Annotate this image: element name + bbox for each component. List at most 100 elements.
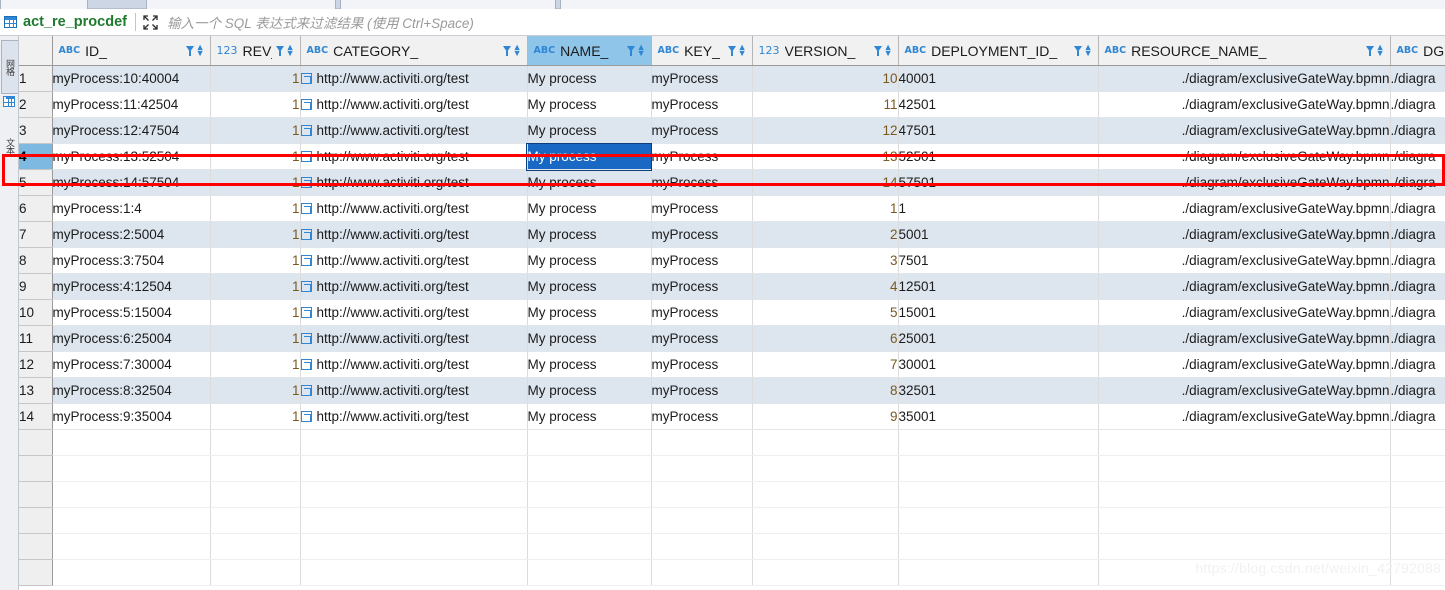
external-link-icon[interactable] xyxy=(300,125,312,136)
cell-resource_name[interactable]: ./diagram/exclusiveGateWay.bpmn xyxy=(1098,351,1391,378)
cell-key[interactable]: myProcess xyxy=(651,325,753,352)
row-number-cell[interactable]: 10 xyxy=(19,299,53,326)
editor-tab-2[interactable] xyxy=(146,0,336,9)
rail-tab-text[interactable]: 文本 xyxy=(1,122,18,170)
cell-key[interactable]: myProcess xyxy=(651,117,753,144)
cell-rev[interactable]: 1 xyxy=(210,325,301,352)
cell-dgr[interactable]: ./diagra xyxy=(1390,117,1445,144)
row-number-cell[interactable]: 14 xyxy=(19,403,53,430)
column-header-key[interactable]: ABC KEY_ ▲ ▼ xyxy=(651,36,753,66)
cell-version[interactable]: 8 xyxy=(752,377,899,404)
column-filter-sort-icon[interactable]: ▲ ▼ xyxy=(873,42,893,57)
cell-rev[interactable]: 1 xyxy=(210,221,301,248)
cell-dgr[interactable]: ./diagra xyxy=(1390,299,1445,326)
cell-rev[interactable]: 1 xyxy=(210,117,301,144)
cell-dgr[interactable]: ./diagra xyxy=(1390,247,1445,274)
cell-category[interactable]: http://www.activiti.org/test xyxy=(300,65,528,92)
row-number-cell[interactable]: 8 xyxy=(19,247,53,274)
column-filter-sort-icon[interactable]: ▲ ▼ xyxy=(502,42,522,57)
table-row[interactable]: 9 myProcess:4:12504 1 http://www.activiti.o… xyxy=(19,273,1445,300)
external-link-icon[interactable] xyxy=(300,281,312,292)
table-row[interactable]: 7 myProcess:2:5004 1 http://www.activiti.or… xyxy=(19,221,1445,248)
cell-name[interactable]: My process xyxy=(527,377,652,404)
table-row[interactable]: 10 myProcess:5:15004 1 http://www.activiti.… xyxy=(19,299,1445,326)
cell-key[interactable]: myProcess xyxy=(651,65,753,92)
cell-deployment_id[interactable]: 52501 xyxy=(898,143,1099,170)
cell-resource_name[interactable]: ./diagram/exclusiveGateWay.bpmn xyxy=(1098,143,1391,170)
cell-rev[interactable]: 1 xyxy=(210,247,301,274)
row-number-cell[interactable]: 5 xyxy=(19,169,53,196)
external-link-icon[interactable] xyxy=(300,359,312,370)
cell-name[interactable]: My process xyxy=(527,91,652,118)
cell-deployment_id[interactable]: 25001 xyxy=(898,325,1099,352)
cell-dgr[interactable]: ./diagra xyxy=(1390,65,1445,92)
cell-dgr[interactable]: ./diagra xyxy=(1390,273,1445,300)
cell-key[interactable]: myProcess xyxy=(651,143,753,170)
table-row[interactable]: 1 myProcess:10:40004 1 http://www.activiti.… xyxy=(19,65,1445,92)
cell-id[interactable]: myProcess:4:12504 xyxy=(52,273,211,300)
editor-tab-3[interactable] xyxy=(340,0,556,9)
cell-resource_name[interactable]: ./diagram/exclusiveGateWay.bpmn xyxy=(1098,299,1391,326)
cell-dgr[interactable]: ./diagra xyxy=(1390,143,1445,170)
cell-name[interactable]: My process xyxy=(527,299,652,326)
cell-resource_name[interactable]: ./diagram/exclusiveGateWay.bpmn xyxy=(1098,325,1391,352)
cell-key[interactable]: myProcess xyxy=(651,221,753,248)
cell-deployment_id[interactable]: 40001 xyxy=(898,65,1099,92)
column-filter-sort-icon[interactable]: ▲ ▼ xyxy=(1365,42,1385,57)
table-row[interactable]: 13 myProcess:8:32504 1 http://www.activiti.… xyxy=(19,377,1445,404)
cell-category[interactable]: http://www.activiti.org/test xyxy=(300,117,528,144)
cell-rev[interactable]: 1 xyxy=(210,403,301,430)
cell-category[interactable]: http://www.activiti.org/test xyxy=(300,325,528,352)
column-filter-sort-icon[interactable]: ▲ ▼ xyxy=(626,42,646,57)
cell-version[interactable]: 9 xyxy=(752,403,899,430)
cell-dgr[interactable]: ./diagra xyxy=(1390,403,1445,430)
cell-version[interactable]: 1 xyxy=(752,195,899,222)
cell-category[interactable]: http://www.activiti.org/test xyxy=(300,299,528,326)
external-link-icon[interactable] xyxy=(300,307,312,318)
cell-deployment_id[interactable]: 7501 xyxy=(898,247,1099,274)
cell-category[interactable]: http://www.activiti.org/test xyxy=(300,403,528,430)
column-header-rev[interactable]: 123 REV_▲▼ xyxy=(210,36,301,66)
row-number-cell[interactable]: 9 xyxy=(19,273,53,300)
column-filter-sort-icon[interactable]: ▲ ▼ xyxy=(275,42,295,57)
cell-name[interactable]: My process xyxy=(527,117,652,144)
external-link-icon[interactable] xyxy=(300,385,312,396)
cell-category[interactable]: http://www.activiti.org/test xyxy=(300,195,528,222)
cell-deployment_id[interactable]: 57501 xyxy=(898,169,1099,196)
cell-name[interactable]: My process xyxy=(527,247,652,274)
cell-dgr[interactable]: ./diagra xyxy=(1390,351,1445,378)
cell-id[interactable]: myProcess:8:32504 xyxy=(52,377,211,404)
cell-deployment_id[interactable]: 12501 xyxy=(898,273,1099,300)
external-link-icon[interactable] xyxy=(300,151,312,162)
column-header-resource_name[interactable]: ABC RESOURCE_NAME_ ▲ ▼ xyxy=(1098,36,1391,66)
cell-key[interactable]: myProcess xyxy=(651,403,753,430)
cell-key[interactable]: myProcess xyxy=(651,195,753,222)
cell-name[interactable]: My process xyxy=(527,169,652,196)
cell-name[interactable]: My process xyxy=(527,65,652,92)
column-header-id[interactable]: ABC ID_ ▲ ▼ xyxy=(52,36,211,66)
cell-name[interactable]: My process xyxy=(527,325,652,352)
cell-resource_name[interactable]: ./diagram/exclusiveGateWay.bpmn xyxy=(1098,65,1391,92)
cell-rev[interactable]: 1 xyxy=(210,351,301,378)
cell-id[interactable]: myProcess:10:40004 xyxy=(52,65,211,92)
cell-deployment_id[interactable]: 1 xyxy=(898,195,1099,222)
cell-version[interactable]: 12 xyxy=(752,117,899,144)
table-row[interactable]: 2 myProcess:11:42504 1 http://www.activiti.… xyxy=(19,91,1445,118)
cell-name[interactable]: My process xyxy=(527,195,652,222)
row-number-cell[interactable]: 11 xyxy=(19,325,53,352)
cell-id[interactable]: myProcess:2:5004 xyxy=(52,221,211,248)
row-number-cell[interactable]: 3 xyxy=(19,117,53,144)
external-link-icon[interactable] xyxy=(300,177,312,188)
external-link-icon[interactable] xyxy=(300,333,312,344)
column-filter-sort-icon[interactable]: ▲ ▼ xyxy=(1073,42,1093,57)
cell-category[interactable]: http://www.activiti.org/test xyxy=(300,273,528,300)
cell-dgr[interactable]: ./diagra xyxy=(1390,195,1445,222)
cell-version[interactable]: 10 xyxy=(752,65,899,92)
column-header-deployment_id[interactable]: ABC DEPLOYMENT_ID_ ▲ ▼ xyxy=(898,36,1099,66)
column-header-name[interactable]: ABC NAME_ ▲ ▼ xyxy=(527,36,652,66)
cell-rev[interactable]: 1 xyxy=(210,143,301,170)
table-row[interactable]: 3 myProcess:12:47504 1 http://www.activiti.… xyxy=(19,117,1445,144)
cell-dgr[interactable]: ./diagra xyxy=(1390,221,1445,248)
table-row[interactable]: 12 myProcess:7:30004 1 http://www.activiti.… xyxy=(19,351,1445,378)
row-number-cell[interactable]: 12 xyxy=(19,351,53,378)
